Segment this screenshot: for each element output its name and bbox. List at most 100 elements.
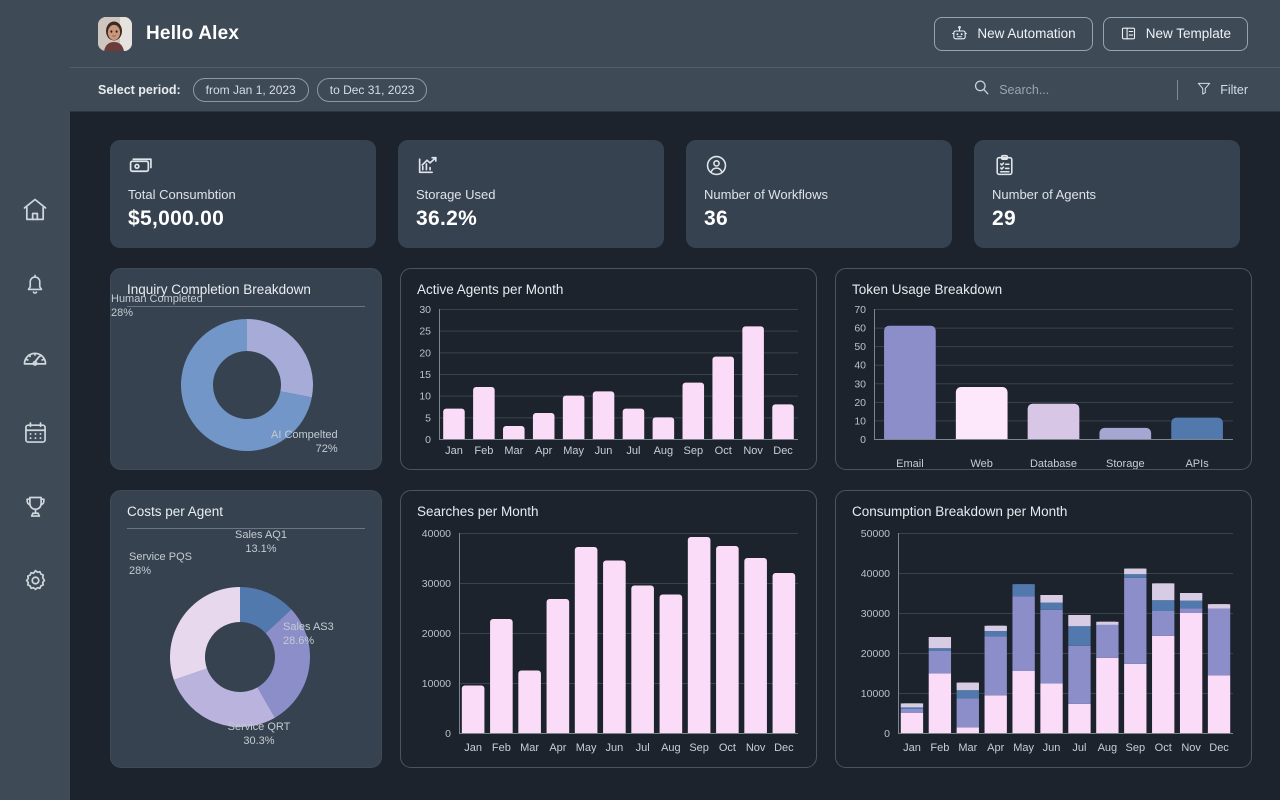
donut-slice-label: Sales AS328.6%	[283, 621, 334, 649]
svg-text:30: 30	[854, 378, 866, 390]
clipboard-check-icon	[992, 153, 1222, 179]
kpi-label: Number of Agents	[992, 187, 1222, 202]
svg-text:Apr: Apr	[987, 742, 1004, 754]
avatar[interactable]	[98, 17, 132, 51]
card-active-agents-per-month: Active Agents per Month 051015202530JanF…	[400, 268, 817, 470]
svg-text:20: 20	[419, 347, 431, 359]
svg-text:Mar: Mar	[504, 445, 523, 457]
sidebar-item-alerts[interactable]	[17, 266, 53, 302]
kpi-label: Total Consumbtion	[128, 187, 358, 202]
kpi-card-number-of-workflows: Number of Workflows 36	[686, 140, 952, 248]
svg-text:Oct: Oct	[1155, 742, 1172, 754]
svg-text:5: 5	[425, 412, 431, 424]
user-circle-icon	[704, 153, 934, 179]
svg-text:Nov: Nov	[1181, 742, 1201, 754]
card-title: Consumption Breakdown per Month	[836, 491, 1251, 519]
svg-text:Email: Email	[896, 458, 924, 469]
card-title: Token Usage Breakdown	[836, 269, 1251, 297]
svg-text:Jan: Jan	[445, 445, 463, 457]
svg-text:70: 70	[854, 304, 866, 316]
template-icon	[1120, 25, 1137, 42]
donut-chart-inquiry: Human Completed28%AI Compelted72%	[111, 307, 381, 457]
main-pane: Hello Alex New Automation	[70, 0, 1280, 800]
svg-text:May: May	[563, 445, 584, 457]
svg-text:40: 40	[854, 360, 866, 372]
date-to-pill[interactable]: to Dec 31, 2023	[317, 78, 428, 102]
svg-text:20: 20	[854, 397, 866, 409]
donut-column: Inquiry Completion Breakdown Human Compl…	[110, 268, 382, 768]
app-header: Hello Alex New Automation	[70, 0, 1280, 68]
filter-label: Filter	[1220, 83, 1248, 97]
svg-text:Jul: Jul	[636, 742, 650, 754]
kpi-card-total-consumption: Total Consumbtion $5,000.00	[110, 140, 376, 248]
filter-bar: Select period: from Jan 1, 2023 to Dec 3…	[70, 68, 1280, 112]
sidebar-item-dashboard[interactable]	[17, 340, 53, 376]
date-from-pill[interactable]: from Jan 1, 2023	[193, 78, 309, 102]
svg-text:Jun: Jun	[595, 445, 613, 457]
svg-text:Mar: Mar	[520, 742, 539, 754]
right-chart-column: Token Usage Breakdown 010203040506070Ema…	[835, 268, 1252, 768]
robot-icon	[951, 25, 968, 42]
sidebar-item-home[interactable]	[17, 192, 53, 228]
svg-text:30000: 30000	[422, 578, 451, 590]
search-input[interactable]	[999, 83, 1159, 97]
svg-text:0: 0	[425, 434, 431, 446]
search-box[interactable]	[972, 78, 1159, 102]
card-inquiry-completion-breakdown: Inquiry Completion Breakdown Human Compl…	[110, 268, 382, 470]
svg-text:10000: 10000	[422, 678, 451, 690]
kpi-row: Total Consumbtion $5,000.00 Storage Used…	[110, 140, 1240, 248]
svg-text:Apr: Apr	[549, 742, 566, 754]
filter-button[interactable]: Filter	[1196, 80, 1248, 99]
donut-chart-costs: Sales AQ113.1%Sales AS328.6%Service PQS2…	[111, 529, 381, 759]
svg-text:Jan: Jan	[903, 742, 921, 754]
svg-text:Apr: Apr	[535, 445, 552, 457]
svg-text:30000: 30000	[861, 608, 890, 620]
kpi-card-storage-used: Storage Used 36.2%	[398, 140, 664, 248]
new-automation-label: New Automation	[977, 26, 1075, 41]
kpi-label: Storage Used	[416, 187, 646, 202]
svg-text:0: 0	[445, 728, 451, 740]
kpi-value: 36.2%	[416, 207, 646, 231]
svg-text:50000: 50000	[861, 528, 890, 540]
svg-text:Aug: Aug	[661, 742, 681, 754]
bar-chart-token-usage: 010203040506070EmailWebDatabaseStorageAP…	[836, 297, 1251, 469]
sidebar-item-calendar[interactable]	[17, 414, 53, 450]
page-title: Hello Alex	[146, 23, 239, 45]
svg-text:Oct: Oct	[715, 445, 732, 457]
kpi-label: Number of Workflows	[704, 187, 934, 202]
svg-text:Jan: Jan	[464, 742, 482, 754]
middle-chart-column: Active Agents per Month 051015202530JanF…	[400, 268, 817, 768]
svg-text:Dec: Dec	[774, 742, 794, 754]
svg-text:Sep: Sep	[684, 445, 704, 457]
svg-text:Feb: Feb	[930, 742, 949, 754]
svg-text:Oct: Oct	[719, 742, 736, 754]
svg-text:15: 15	[419, 369, 431, 381]
new-template-button[interactable]: New Template	[1103, 17, 1248, 51]
svg-text:50: 50	[854, 341, 866, 353]
kpi-value: 36	[704, 207, 934, 231]
svg-text:10: 10	[854, 415, 866, 427]
sidebar-item-settings[interactable]	[17, 562, 53, 598]
svg-text:Jun: Jun	[606, 742, 624, 754]
svg-text:Sep: Sep	[1126, 742, 1146, 754]
donut-slice-label: Service QRT30.3%	[199, 721, 319, 749]
bar-chart-active-agents: 051015202530JanFebMarAprMayJunJulAugSepO…	[401, 297, 816, 469]
card-consumption-breakdown: Consumption Breakdown per Month 01000020…	[835, 490, 1252, 768]
donut-slice-label: Human Completed28%	[111, 293, 203, 321]
svg-text:May: May	[1013, 742, 1034, 754]
svg-text:0: 0	[860, 434, 866, 446]
sidebar-item-rewards[interactable]	[17, 488, 53, 524]
svg-text:May: May	[576, 742, 597, 754]
kpi-value: $5,000.00	[128, 207, 358, 231]
new-automation-button[interactable]: New Automation	[934, 17, 1092, 51]
card-title: Searches per Month	[401, 491, 816, 519]
funnel-icon	[1196, 80, 1212, 99]
svg-text:20000: 20000	[422, 628, 451, 640]
svg-text:Sep: Sep	[689, 742, 709, 754]
search-icon	[972, 78, 991, 102]
svg-text:10: 10	[419, 391, 431, 403]
svg-text:25: 25	[419, 326, 431, 338]
svg-text:Database: Database	[1030, 458, 1077, 469]
svg-text:0: 0	[884, 728, 890, 740]
dashboard-content: Total Consumbtion $5,000.00 Storage Used…	[70, 112, 1280, 800]
